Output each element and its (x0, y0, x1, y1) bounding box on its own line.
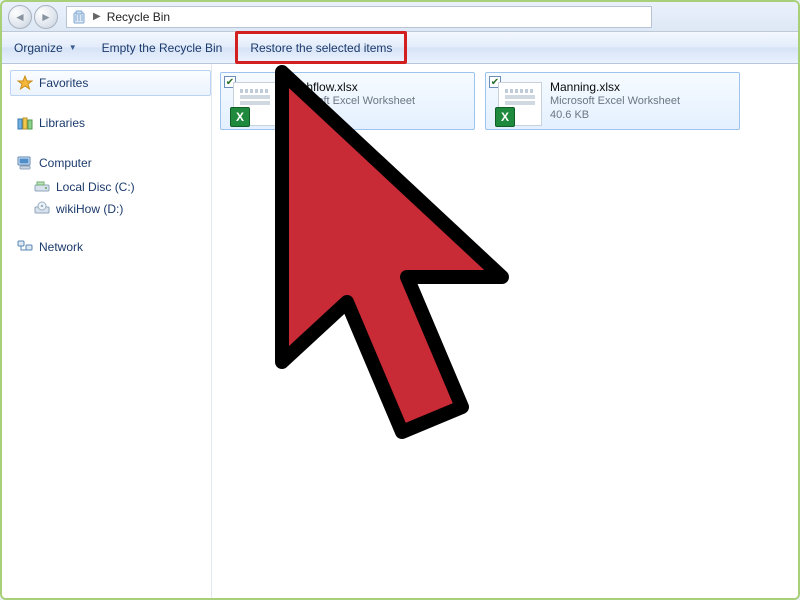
breadcrumb-separator-icon: ▶ (93, 11, 101, 22)
file-tile[interactable]: ✔ X Manning.xlsx Microsoft Excel Workshe… (485, 72, 740, 130)
disk-icon (34, 179, 50, 195)
computer-label: Computer (39, 156, 92, 170)
file-size: 40.6 KB (285, 109, 415, 123)
empty-recycle-bin-label: Empty the Recycle Bin (102, 41, 223, 55)
file-size: 40.6 KB (550, 109, 680, 123)
excel-document-icon: X (233, 82, 277, 126)
organize-label: Organize (14, 41, 63, 55)
titlebar: ◄ ► ▶ Recycle Bin (2, 2, 798, 32)
nav-buttons: ◄ ► (8, 5, 58, 29)
body: Favorites Libraries (2, 64, 798, 598)
back-arrow-icon: ◄ (14, 10, 26, 24)
address-bar[interactable]: ▶ Recycle Bin (66, 6, 652, 28)
sidebar-item-local-disc-c[interactable]: Local Disc (C:) (10, 176, 211, 198)
file-name: Cashflow.xlsx (285, 80, 415, 95)
empty-recycle-bin-button[interactable]: Empty the Recycle Bin (90, 32, 236, 63)
dvd-drive-icon (34, 201, 50, 217)
sidebar-item-wikihow-d[interactable]: wikiHow (D:) (10, 198, 211, 220)
recycle-bin-icon (71, 9, 87, 25)
file-name: Manning.xlsx (550, 80, 680, 95)
file-list: ✔ X Cashflow.xlsx Microsoft Excel Worksh… (212, 64, 798, 598)
favorites-label: Favorites (39, 76, 88, 90)
restore-selected-label: Restore the selected items (250, 41, 392, 55)
sidebar-item-computer[interactable]: Computer (10, 150, 211, 176)
sidebar-item-network[interactable]: Network (10, 234, 211, 260)
back-button[interactable]: ◄ (8, 5, 32, 29)
wikihow-d-label: wikiHow (D:) (56, 202, 123, 216)
explorer-window: ◄ ► ▶ Recycle Bin Organize ▼ Em (0, 0, 800, 600)
organize-menu[interactable]: Organize ▼ (2, 32, 90, 63)
file-type: Microsoft Excel Worksheet (550, 95, 680, 109)
computer-icon (17, 155, 33, 171)
file-tile[interactable]: ✔ X Cashflow.xlsx Microsoft Excel Worksh… (220, 72, 475, 130)
restore-selected-button[interactable]: Restore the selected items (235, 31, 407, 64)
libraries-label: Libraries (39, 116, 85, 130)
file-text: Manning.xlsx Microsoft Excel Worksheet 4… (550, 80, 680, 123)
libraries-icon (17, 115, 33, 131)
forward-arrow-icon: ► (40, 10, 52, 24)
network-icon (17, 239, 33, 255)
excel-badge-icon: X (495, 107, 515, 127)
sidebar-item-libraries[interactable]: Libraries (10, 110, 211, 136)
forward-button[interactable]: ► (34, 5, 58, 29)
navigation-pane: Favorites Libraries (2, 64, 212, 598)
excel-document-icon: X (498, 82, 542, 126)
sidebar-item-favorites[interactable]: Favorites (10, 70, 211, 96)
local-disc-c-label: Local Disc (C:) (56, 180, 135, 194)
breadcrumb-location[interactable]: Recycle Bin (107, 10, 170, 24)
star-icon (17, 75, 33, 91)
file-type: Microsoft Excel Worksheet (285, 95, 415, 109)
toolbar: Organize ▼ Empty the Recycle Bin Restore… (2, 32, 798, 64)
dropdown-caret-icon: ▼ (69, 43, 77, 52)
network-label: Network (39, 240, 83, 254)
excel-badge-icon: X (230, 107, 250, 127)
file-text: Cashflow.xlsx Microsoft Excel Worksheet … (285, 80, 415, 123)
